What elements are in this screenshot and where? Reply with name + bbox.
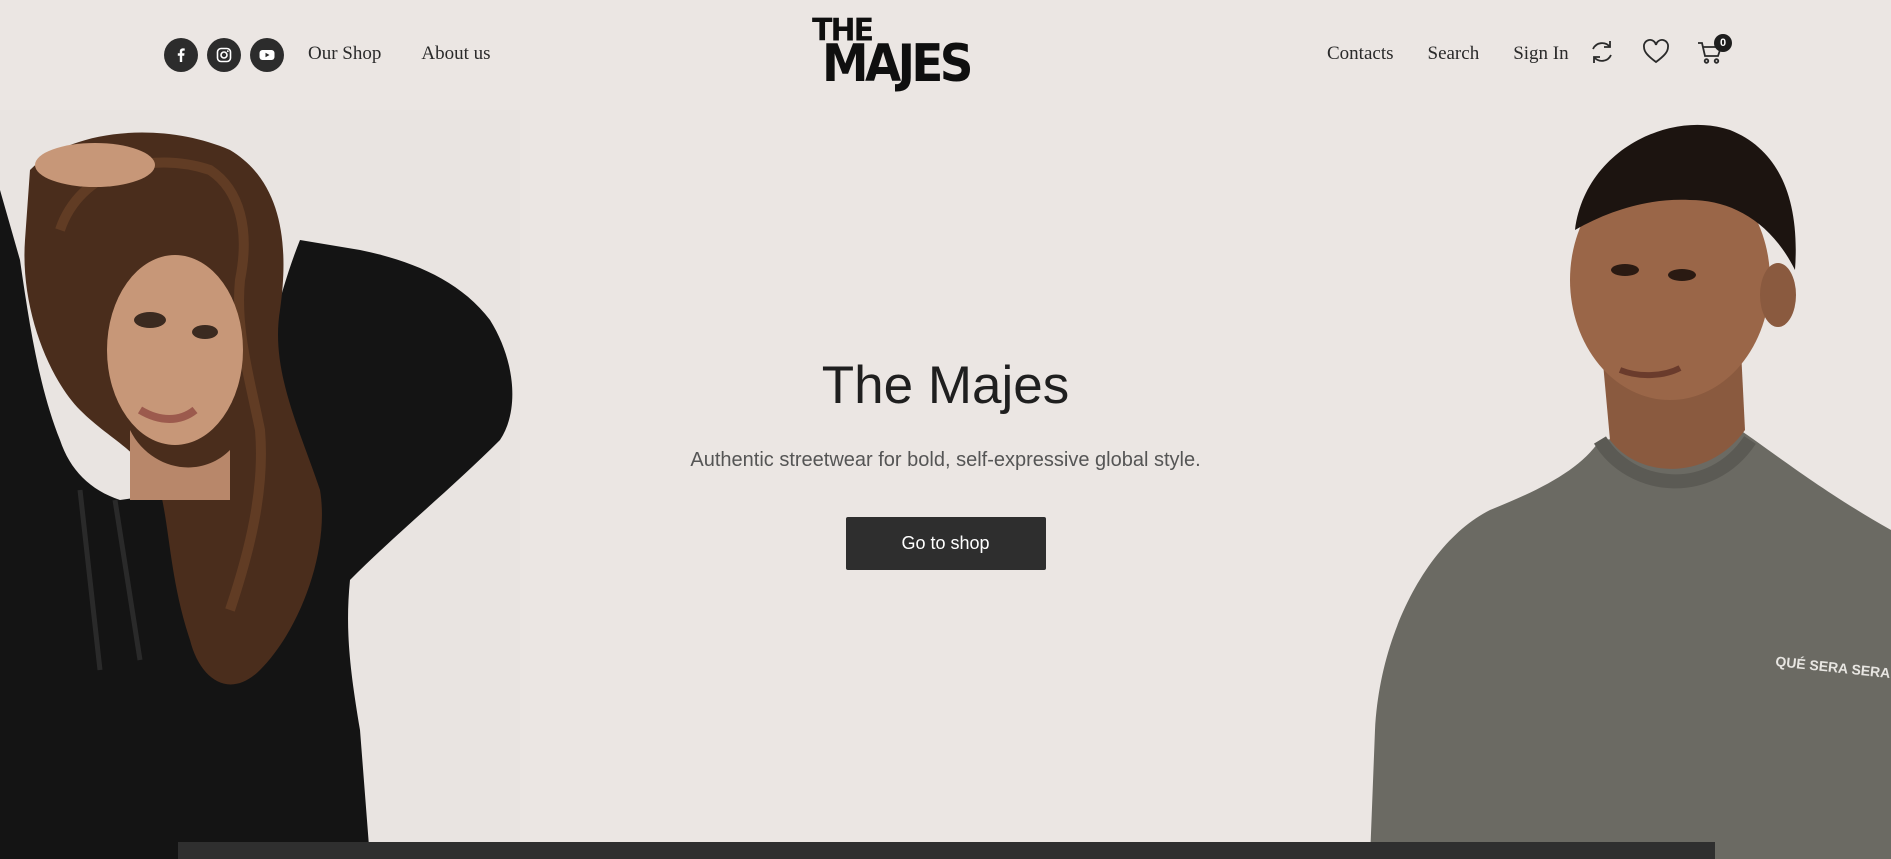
page: QUÉ SERA SERA Our Shop About us THE MAJE… — [0, 0, 1891, 859]
bottom-section-edge — [178, 842, 1715, 859]
primary-nav-left: Our Shop About us — [308, 43, 491, 65]
facebook-icon[interactable] — [164, 38, 198, 72]
social-links — [164, 38, 284, 72]
nav-sign-in[interactable]: Sign In — [1513, 43, 1568, 65]
heart-icon[interactable] — [1640, 36, 1672, 68]
instagram-icon[interactable] — [207, 38, 241, 72]
nav-about-us[interactable]: About us — [421, 43, 490, 65]
hero-subtitle: Authentic streetwear for bold, self-expr… — [690, 449, 1201, 471]
nav-contacts[interactable]: Contacts — [1327, 43, 1394, 65]
site-logo[interactable]: THE MAJES — [812, 15, 1004, 92]
nav-our-shop[interactable]: Our Shop — [308, 43, 381, 65]
nav-search[interactable]: Search — [1428, 43, 1480, 65]
hero-content: The Majes Authentic streetwear for bold,… — [0, 355, 1891, 570]
youtube-icon[interactable] — [250, 38, 284, 72]
hero-title: The Majes — [821, 356, 1070, 415]
compare-icon[interactable] — [1586, 36, 1618, 68]
header-actions: 0 — [1586, 34, 1732, 68]
logo-text-bottom: MAJES — [822, 34, 973, 94]
cart-count-badge: 0 — [1714, 34, 1732, 52]
primary-nav-right: Contacts Search Sign In — [1327, 43, 1569, 65]
site-header: Our Shop About us THE MAJES Contacts Sea… — [0, 0, 1891, 110]
cart-icon[interactable]: 0 — [1694, 34, 1732, 68]
go-to-shop-button[interactable]: Go to shop — [845, 517, 1046, 570]
